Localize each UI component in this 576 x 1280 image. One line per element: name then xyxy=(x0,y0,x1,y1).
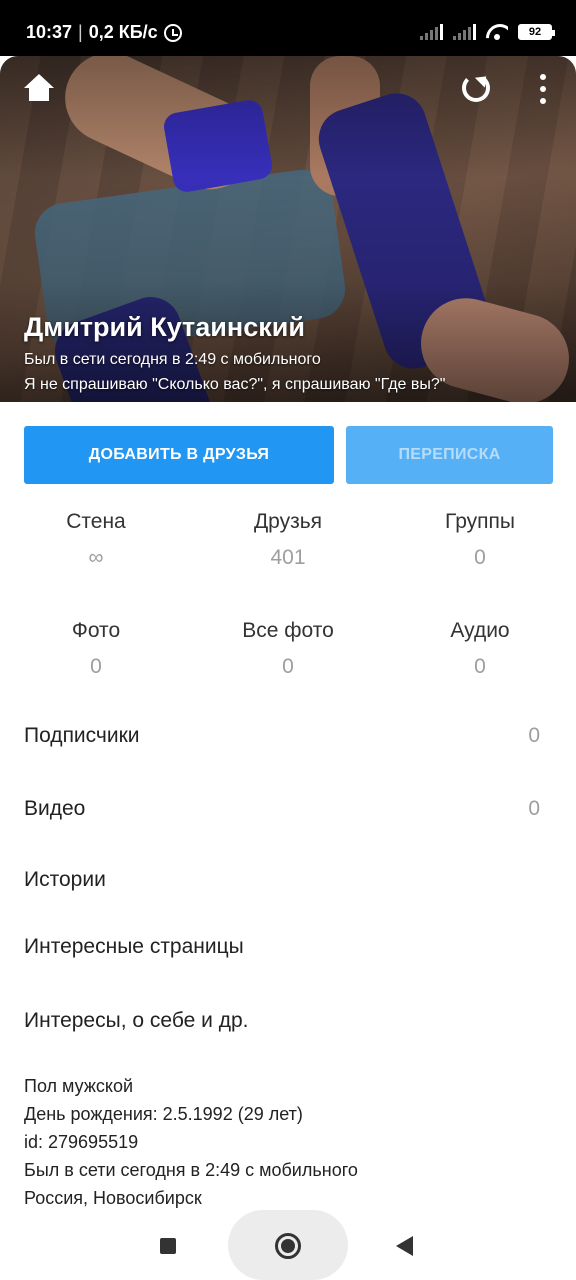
signal-icon xyxy=(453,24,476,40)
status-bar: 10:37 | 0,2 КБ/с 92 xyxy=(0,0,576,56)
stat-count: 0 xyxy=(282,655,294,678)
status-right: 92 xyxy=(420,24,555,40)
menu-item-label: Видео xyxy=(24,797,86,820)
status-separator: | xyxy=(78,22,83,42)
stat-count: 0 xyxy=(474,655,486,678)
stat-wall[interactable]: Стена ∞ xyxy=(0,510,192,570)
stat-label: Группы xyxy=(445,510,515,533)
menu-item-label: Интересные страницы xyxy=(24,935,244,958)
stat-count: 0 xyxy=(474,546,486,569)
profile-status-text: Я не спрашиваю "Сколько вас?", я спрашив… xyxy=(24,376,446,393)
menu-item-about[interactable]: Интересы, о себе и др. xyxy=(24,1001,540,1041)
menu-item-label: Интересы, о себе и др. xyxy=(24,1009,249,1032)
more-icon[interactable] xyxy=(536,74,550,104)
stat-label: Друзья xyxy=(253,510,323,533)
navigation-bar xyxy=(0,1210,576,1280)
add-friend-button[interactable]: ДОБАВИТЬ В ДРУЗЬЯ xyxy=(24,426,334,484)
signal-icon xyxy=(420,24,443,40)
menu-item-count: 0 xyxy=(528,724,540,747)
nav-home-icon[interactable] xyxy=(275,1233,301,1259)
info-last-seen: Был в сети сегодня в 2:49 с мобильного xyxy=(24,1160,358,1180)
stat-count: 401 xyxy=(270,546,306,569)
clock: 10:37 xyxy=(26,22,73,42)
stat-all-photos[interactable]: Все фото 0 xyxy=(192,619,384,679)
message-button[interactable]: ПЕРЕПИСКА xyxy=(346,426,553,484)
info-gender: Пол мужской xyxy=(24,1076,134,1096)
stat-label: Аудио xyxy=(450,619,510,642)
info-id: id: 279695519 xyxy=(24,1132,139,1152)
wifi-icon xyxy=(486,24,508,40)
home-icon[interactable] xyxy=(22,74,56,104)
menu-item-count: 0 xyxy=(528,797,540,820)
menu-item-stories[interactable]: Истории xyxy=(24,860,540,900)
menu-item-label: Истории xyxy=(24,868,106,891)
net-speed: 0,2 КБ/с xyxy=(88,22,158,42)
stat-label: Фото xyxy=(71,619,121,642)
menu-item-followers[interactable]: Подписчики 0 xyxy=(24,716,540,756)
status-left: 10:37 | 0,2 КБ/с xyxy=(26,22,182,43)
stat-friends[interactable]: Друзья 401 xyxy=(192,510,384,570)
nav-back-icon[interactable] xyxy=(396,1236,413,1256)
menu-item-label: Подписчики xyxy=(24,724,140,747)
profile-name: Дмитрий Кутаинский xyxy=(24,312,305,342)
stat-label: Все фото xyxy=(242,619,334,642)
refresh-icon[interactable] xyxy=(462,74,490,102)
profile-info: Пол мужской День рождения: 2.5.1992 (29 … xyxy=(24,1072,358,1212)
battery-level: 92 xyxy=(528,26,542,38)
stat-groups[interactable]: Группы 0 xyxy=(384,510,576,570)
nav-recents-icon[interactable] xyxy=(160,1238,176,1254)
stat-photos[interactable]: Фото 0 xyxy=(0,619,192,679)
stat-count: 0 xyxy=(90,655,102,678)
info-location: Россия, Новосибирск xyxy=(24,1188,202,1208)
stat-count: ∞ xyxy=(88,546,104,569)
profile-cover: Дмитрий Кутаинский Был в сети сегодня в … xyxy=(0,56,576,402)
profile-online-status: Был в сети сегодня в 2:49 с мобильного xyxy=(24,351,321,368)
menu-item-interesting-pages[interactable]: Интересные страницы xyxy=(24,927,540,967)
alarm-icon xyxy=(163,23,182,42)
info-birthday: День рождения: 2.5.1992 (29 лет) xyxy=(24,1104,303,1124)
battery-icon: 92 xyxy=(518,24,555,40)
menu-item-video[interactable]: Видео 0 xyxy=(24,789,540,829)
stat-audio[interactable]: Аудио 0 xyxy=(384,619,576,679)
stat-label: Стена xyxy=(66,510,126,533)
